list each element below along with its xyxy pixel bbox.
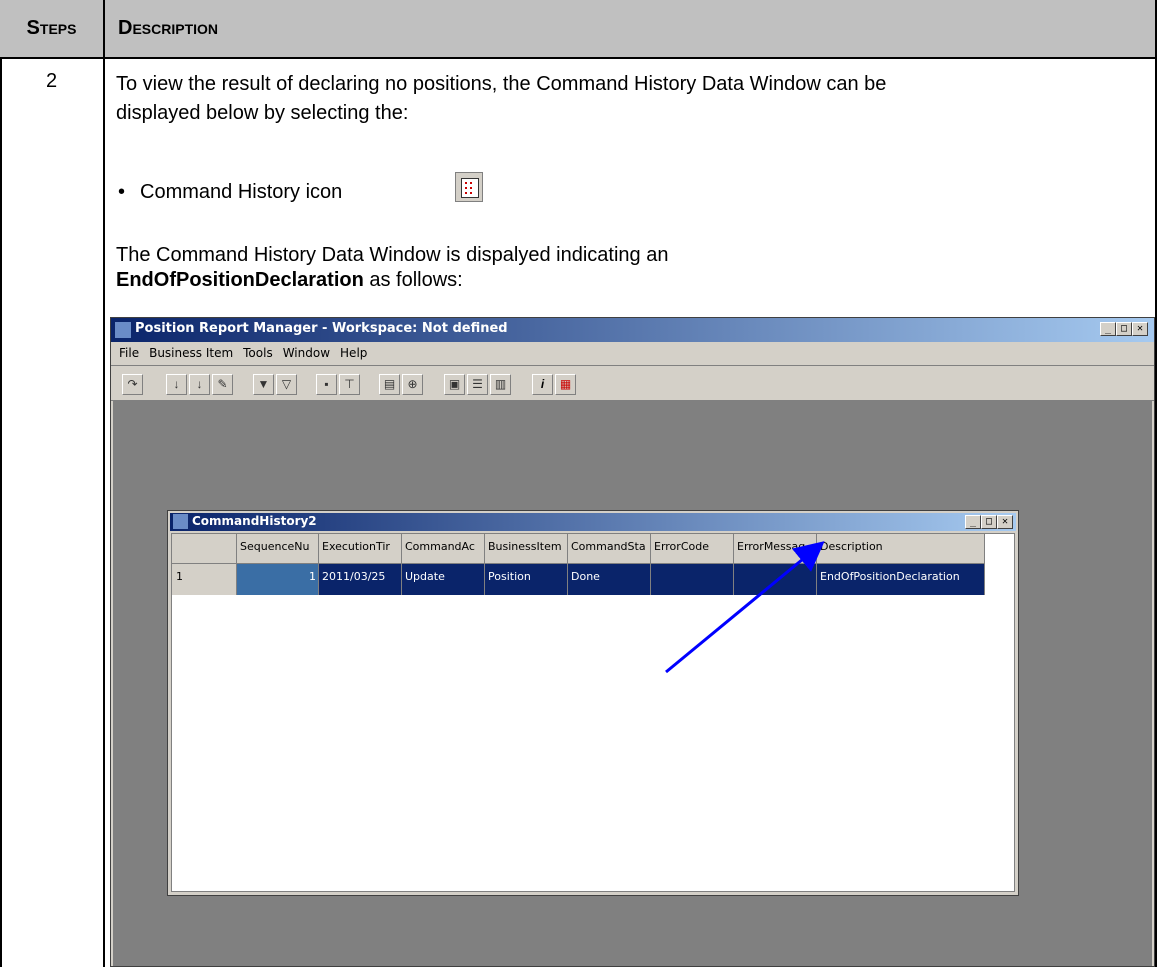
column-header[interactable]: ExecutionTir [319, 534, 402, 564]
child-close-button[interactable]: ✕ [997, 515, 1013, 529]
find-icon[interactable]: ⊕ [402, 374, 423, 395]
table-right-border [1155, 0, 1157, 967]
app-titlebar: Position Report Manager - Workspace: Not… [111, 318, 1154, 342]
menu-tools[interactable]: Tools [243, 346, 273, 360]
position-report-manager-window: Position Report Manager - Workspace: Not… [110, 317, 1155, 967]
table-cell[interactable]: Update [402, 564, 485, 595]
app-window-buttons: _ □ ✕ [1100, 322, 1148, 336]
row-header[interactable]: 1 [172, 564, 237, 595]
command-history-window: CommandHistory2 _ □ ✕ SequenceNu Executi… [167, 510, 1019, 896]
sort-ascending-icon[interactable]: ↓ [166, 374, 187, 395]
column-header[interactable]: CommandSta [568, 534, 651, 564]
maximize-button[interactable]: □ [1116, 322, 1132, 336]
column-divider [103, 57, 105, 967]
child-minimize-button[interactable]: _ [965, 515, 981, 529]
end-of-position-declaration-text: EndOfPositionDeclaration [116, 269, 364, 291]
command-history-icon [455, 172, 483, 202]
refresh-icon[interactable]: ↷ [122, 374, 143, 395]
print-icon[interactable]: ▤ [379, 374, 400, 395]
instruction-line-1: To view the result of declaring no posit… [116, 73, 887, 95]
menu-bar: File Business Item Tools Window Help [111, 342, 1154, 364]
close-button[interactable]: ✕ [1132, 322, 1148, 336]
bullet-text: Command History icon [140, 181, 343, 203]
child-window-buttons: _ □ ✕ [965, 515, 1013, 529]
header-steps: Steps [0, 0, 105, 57]
paragraph-2-line-2: EndOfPositionDeclaration as follows: [116, 266, 463, 295]
table-cell[interactable] [651, 564, 734, 595]
table-cell[interactable]: Done [568, 564, 651, 595]
paragraph-2-rest: as follows: [363, 269, 463, 291]
bullet: • [118, 181, 126, 203]
tile-horizontal-icon[interactable]: ☰ [467, 374, 488, 395]
data-grid: SequenceNu ExecutionTir CommandAc Busine… [171, 533, 1015, 892]
menu-file[interactable]: File [119, 346, 139, 360]
table-header: Steps Description [0, 0, 1155, 59]
instruction-line-2: displayed below by selecting the: [116, 102, 409, 124]
mdi-workspace: CommandHistory2 _ □ ✕ SequenceNu Executi… [113, 401, 1152, 966]
minimize-button[interactable]: _ [1100, 322, 1116, 336]
column-header[interactable]: SequenceNu [237, 534, 319, 564]
tile-cascade-icon[interactable]: ▣ [444, 374, 465, 395]
column-header[interactable]: Description [817, 534, 985, 564]
app-icon [115, 322, 131, 338]
group-icon[interactable]: ▪ [316, 374, 337, 395]
table-cell[interactable]: 2011/03/25 [319, 564, 402, 595]
menu-help[interactable]: Help [340, 346, 367, 360]
column-header[interactable]: ErrorCode [651, 534, 734, 564]
grid-corner [172, 534, 237, 564]
sort-descending-icon[interactable]: ↓ [189, 374, 210, 395]
column-header[interactable]: CommandAc [402, 534, 485, 564]
table-cell[interactable] [734, 564, 817, 595]
info-icon[interactable]: i [532, 374, 553, 395]
column-header[interactable]: ErrorMessag [734, 534, 817, 564]
table-cell[interactable]: 1 [237, 564, 319, 595]
menu-business-item[interactable]: Business Item [149, 346, 233, 360]
tile-vertical-icon[interactable]: ▥ [490, 374, 511, 395]
child-maximize-button[interactable]: □ [981, 515, 997, 529]
table-cell[interactable]: Position [485, 564, 568, 595]
child-window-icon [173, 514, 188, 529]
app-title: Position Report Manager - Workspace: Not… [135, 321, 508, 336]
toolbar: ↷ ↓ ↓ ✎ ▼ ▽ ▪ ⊤ ▤ ⊕ ▣ ☰ ▥ i ▦ [111, 365, 1154, 401]
child-title: CommandHistory2 [192, 514, 317, 528]
menu-window[interactable]: Window [283, 346, 330, 360]
header-description: Description [118, 17, 219, 39]
column-header[interactable]: BusinessItem [485, 534, 568, 564]
command-history-toolbar-icon[interactable]: ▦ [555, 374, 576, 395]
filter-icon[interactable]: ▼ [253, 374, 274, 395]
clear-sort-icon[interactable]: ✎ [212, 374, 233, 395]
table-cell[interactable]: EndOfPositionDeclaration [817, 564, 985, 595]
child-titlebar: CommandHistory2 _ □ ✕ [170, 513, 1016, 531]
step-number: 2 [45, 70, 58, 92]
pivot-icon[interactable]: ⊤ [339, 374, 360, 395]
clear-filter-icon[interactable]: ▽ [276, 374, 297, 395]
